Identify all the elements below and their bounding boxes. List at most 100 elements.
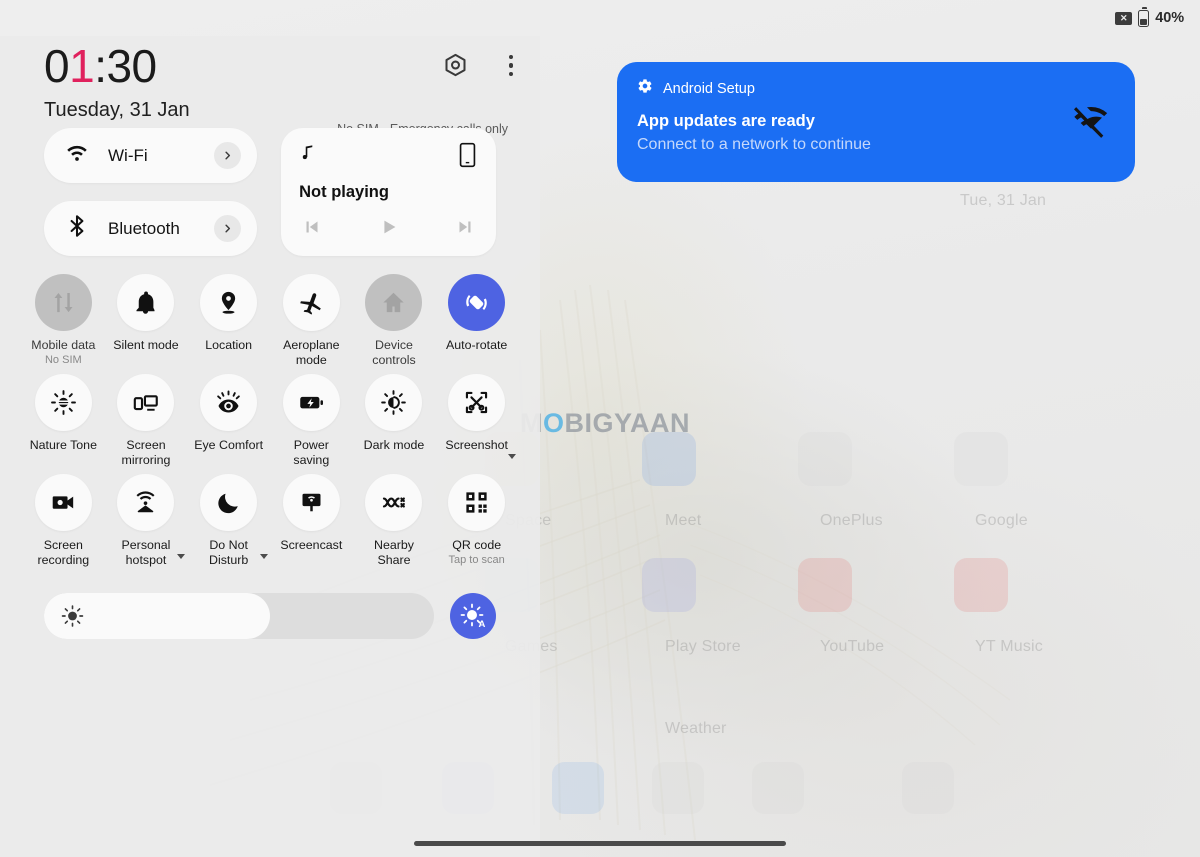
wallpaper-app-label: Meet (665, 512, 702, 529)
tile-label: Eye Comfort (194, 438, 264, 452)
tile-nearby-share[interactable]: Nearby Share (353, 474, 436, 567)
tile-label: Silent mode (113, 338, 179, 352)
tile-label: Aeroplane mode (283, 338, 340, 367)
music-note-icon (299, 142, 318, 169)
tile-screenshot[interactable]: Screenshot (435, 374, 518, 467)
bell-icon (117, 274, 175, 331)
tile-mobile-data[interactable]: Mobile data No SIM (22, 274, 105, 367)
screencast-icon (282, 474, 340, 531)
media-title: Not playing (299, 183, 389, 201)
tile-screencast[interactable]: Screencast (270, 474, 353, 567)
brightness-row: A (0, 593, 540, 639)
phone-device-icon[interactable] (457, 142, 478, 173)
chevron-right-icon[interactable] (214, 142, 242, 169)
wallpaper-app-label: Play Store (665, 638, 741, 655)
tile-label: Screen recording (37, 538, 90, 567)
tile-label: Screen mirroring (121, 438, 171, 467)
hotspot-icon (117, 474, 175, 531)
wallpaper-app-label: OnePlus (820, 512, 883, 529)
gear-icon (637, 78, 653, 99)
notification-header: Android Setup (637, 78, 1113, 99)
tile-sublabel: No SIM (44, 353, 82, 366)
wifi-label: Wi-Fi (108, 145, 148, 165)
dark-mode-icon (365, 374, 423, 431)
clock-time[interactable]: 01:30 (44, 40, 157, 92)
tile-silent-mode[interactable]: Silent mode (105, 274, 188, 367)
tile-screen-mirroring[interactable]: Screen mirroring (105, 374, 188, 467)
bluetooth-icon (64, 213, 90, 244)
clock-date[interactable]: Tuesday, 31 Jan (44, 99, 190, 122)
battery-icon (1138, 7, 1150, 27)
tile-aeroplane-mode[interactable]: Aeroplane mode (270, 274, 353, 367)
tile-label: Screenshot (441, 438, 516, 459)
skip-previous-icon[interactable] (301, 216, 323, 243)
battery-percent-label: 40% (1155, 10, 1184, 26)
tile-label: QR code (452, 538, 502, 552)
battery-charge-icon (282, 374, 340, 431)
notification-card-android-setup[interactable]: Android Setup App updates are ready Conn… (617, 62, 1135, 182)
status-bar: ✕ 40% (0, 0, 1200, 36)
video-camera-icon (34, 474, 92, 531)
chevron-down-icon[interactable] (259, 554, 268, 559)
clock-minutes: :30 (94, 40, 157, 92)
chevron-down-icon[interactable] (507, 454, 516, 459)
media-controls (299, 216, 478, 243)
qr-code-icon (448, 474, 506, 531)
header-icon-group (442, 52, 520, 79)
brightness-icon (61, 605, 84, 628)
screenshot-scissors-icon (448, 374, 506, 431)
data-transfer-icon (34, 274, 92, 331)
tile-dark-mode[interactable]: Dark mode (353, 374, 436, 467)
nearby-share-icon (365, 474, 423, 531)
watermark-highlight: O (543, 408, 565, 438)
notification-title: App updates are ready (637, 112, 815, 130)
tile-screen-recording[interactable]: Screen recording (22, 474, 105, 567)
wallpaper-app-label: Tue, 31 Jan (960, 192, 1047, 209)
tile-qr-code[interactable]: QR code Tap to scan (435, 474, 518, 567)
tile-power-saving[interactable]: Power saving (270, 374, 353, 467)
skip-next-icon[interactable] (454, 216, 476, 243)
wifi-tile[interactable]: Wi-Fi (44, 128, 258, 183)
tile-personal-hotspot[interactable]: Personal hotspot (105, 474, 188, 567)
tile-location[interactable]: Location (187, 274, 270, 367)
tile-nature-tone[interactable]: Nature Tone (22, 374, 105, 467)
bluetooth-tile[interactable]: Bluetooth (44, 201, 258, 256)
top-cards-row: Wi-Fi Bluetooth Not playing (0, 128, 540, 256)
nature-tone-icon (34, 374, 92, 431)
tile-label: Power saving (293, 438, 330, 467)
tile-label: Nature Tone (29, 438, 97, 452)
tile-label: Do Not Disturb (193, 538, 268, 567)
quick-settings-panel: 01:30 Tuesday, 31 Jan No SIM - Emergency… (0, 36, 540, 857)
wallpaper-app-label: Google (975, 512, 1028, 529)
tile-eye-comfort[interactable]: Eye Comfort (187, 374, 270, 467)
bluetooth-label: Bluetooth (108, 218, 180, 238)
gesture-bar[interactable] (414, 841, 786, 846)
tile-label: Personal hotspot (110, 538, 185, 567)
brightness-slider[interactable] (44, 593, 434, 639)
kebab-menu-icon[interactable] (502, 53, 520, 79)
wifi-off-icon (1071, 102, 1111, 142)
tile-do-not-disturb[interactable]: Do Not Disturb (187, 474, 270, 567)
clock-hour-prefix: 0 (44, 40, 70, 92)
auto-rotate-icon (448, 274, 506, 331)
watermark-suffix: BIGYAAN (564, 408, 691, 438)
sim-off-icon: ✕ (1115, 11, 1133, 25)
gear-icon[interactable] (442, 52, 469, 79)
airplane-icon (282, 274, 340, 331)
location-pin-icon (200, 274, 258, 331)
notification-subtitle: Connect to a network to continue (637, 136, 871, 153)
screen-mirroring-icon (117, 374, 175, 431)
media-player-card[interactable]: Not playing (281, 128, 496, 256)
home-icon (365, 274, 423, 331)
wallpaper-app-label: YouTube (820, 638, 885, 655)
site-watermark: MOBIGYAAN (520, 408, 690, 439)
tile-auto-rotate[interactable]: Auto-rotate (435, 274, 518, 367)
wallpaper-app-label: YT Music (975, 638, 1043, 655)
wallpaper-app-label: Weather (665, 720, 727, 737)
tile-device-controls[interactable]: Device controls (353, 274, 436, 367)
chevron-down-icon[interactable] (176, 554, 185, 559)
chevron-right-icon[interactable] (214, 215, 242, 242)
play-icon[interactable] (378, 216, 400, 243)
quick-settings-header: 01:30 Tuesday, 31 Jan No SIM - Emergency… (0, 36, 540, 136)
auto-brightness-button[interactable]: A (450, 593, 496, 639)
